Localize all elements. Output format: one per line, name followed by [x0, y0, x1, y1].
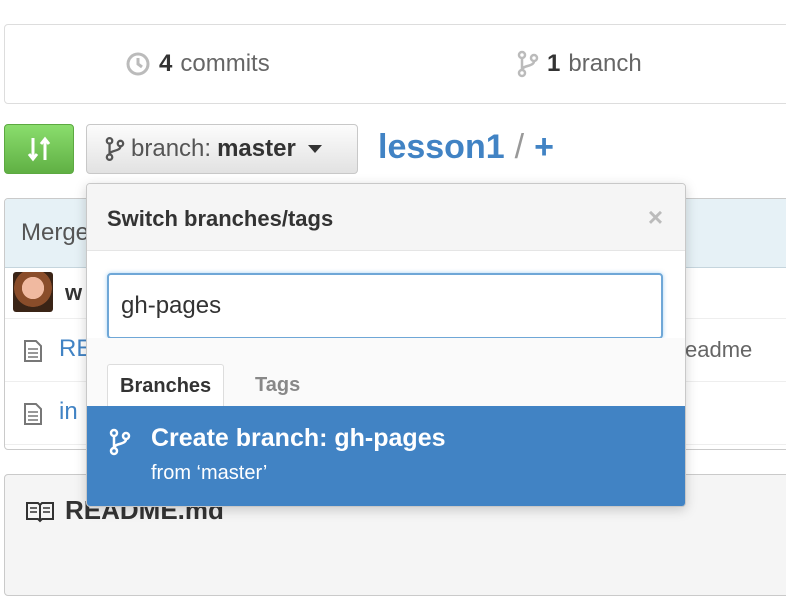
compare-button[interactable] — [4, 124, 74, 174]
branch-icon — [109, 428, 131, 456]
history-icon — [126, 52, 150, 76]
tab-tags[interactable]: Tags — [243, 364, 312, 406]
author-name[interactable]: w — [65, 280, 82, 306]
dropdown-tabs: Branches Tags — [87, 338, 685, 407]
file-icon — [24, 340, 42, 362]
breadcrumb: lesson1 / + — [378, 128, 554, 167]
file-name[interactable]: in — [59, 398, 78, 426]
compare-icon — [27, 136, 51, 162]
branch-label: branch — [568, 50, 642, 77]
branch-filter-input[interactable] — [107, 273, 663, 339]
file-icon — [24, 403, 42, 425]
dropdown-header: Switch branches/tags × — [87, 184, 685, 251]
add-file-button[interactable]: + — [534, 128, 554, 167]
current-branch: master — [217, 135, 296, 162]
tab-branches[interactable]: Branches — [107, 364, 225, 407]
filter-area — [87, 251, 685, 339]
create-branch-item[interactable]: Create branch: gh-pages from ‘master’ — [87, 406, 685, 506]
avatar[interactable] — [13, 272, 53, 312]
close-icon[interactable]: × — [648, 202, 663, 233]
chevron-down-icon — [307, 145, 322, 153]
branches-link[interactable]: 1 branch — [517, 50, 642, 78]
commits-count: 4 — [159, 50, 173, 77]
commit-message[interactable]: Merge — [21, 219, 89, 246]
branch-select-button[interactable]: branch: master — [86, 124, 358, 174]
branch-count: 1 — [547, 50, 561, 77]
branch-prefix: branch: — [131, 135, 212, 162]
create-branch-source: from ‘master’ — [151, 462, 268, 484]
dropdown-title: Switch branches/tags — [107, 206, 334, 231]
branch-switch-dropdown: Switch branches/tags × Branches Tags Cre… — [86, 183, 686, 507]
branch-icon — [105, 136, 125, 162]
book-icon — [26, 501, 54, 522]
file-commit-message[interactable]: eadme — [685, 337, 752, 363]
commits-label: commits — [180, 50, 270, 77]
commits-link[interactable]: 4 commits — [125, 50, 270, 78]
repo-link[interactable]: lesson1 — [378, 128, 505, 167]
breadcrumb-separator: / — [514, 128, 525, 166]
branch-icon — [517, 50, 539, 78]
repo-summary-bar: 4 commits 1 branch — [4, 24, 786, 104]
create-branch-title: Create branch: gh-pages — [151, 424, 446, 452]
